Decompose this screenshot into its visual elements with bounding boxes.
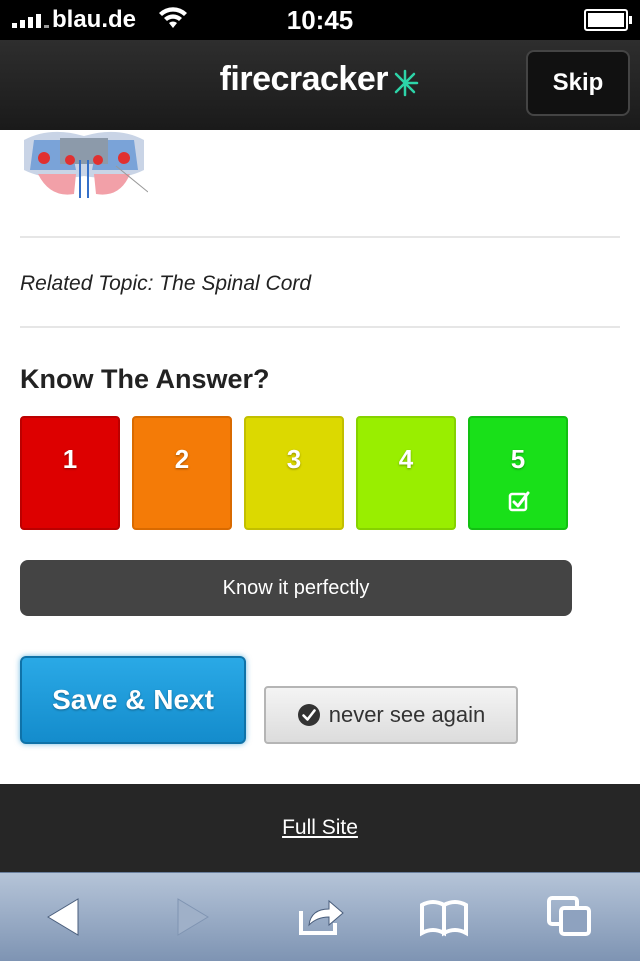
bookmarks-icon[interactable]	[412, 893, 476, 941]
related-topic: Related Topic: The Spinal Cord	[20, 272, 312, 295]
checkbox-checked-icon	[508, 488, 530, 519]
app-header: firecracker Skip	[0, 40, 640, 130]
tabs-icon[interactable]	[538, 893, 602, 941]
browser-toolbar	[0, 872, 640, 961]
check-circle-icon	[297, 704, 320, 726]
footer: Full Site	[0, 784, 640, 872]
never-see-again-label: never see again	[328, 702, 486, 727]
rating-button-3[interactable]: 3	[244, 416, 344, 530]
never-see-again-button[interactable]: never see again	[264, 686, 518, 744]
rating-button-4[interactable]: 4	[356, 416, 456, 530]
status-bar: blau.de 10:45	[0, 0, 640, 40]
clock: 10:45	[286, 5, 354, 35]
rating-feedback: Know it perfectly	[20, 560, 572, 616]
know-answer-heading: Know The Answer?	[20, 364, 270, 394]
spinal-cord-image	[20, 130, 148, 198]
divider	[20, 326, 620, 328]
save-next-button[interactable]: Save & Next	[20, 656, 246, 744]
logo-text: firecracker	[219, 60, 389, 98]
share-icon[interactable]	[288, 893, 352, 941]
rating-button-5[interactable]: 5	[468, 416, 568, 530]
divider	[20, 236, 620, 238]
forward-arrow-icon[interactable]	[160, 893, 224, 941]
rating-group: 1 2 3 4 5	[20, 416, 580, 530]
back-arrow-icon[interactable]	[32, 893, 96, 941]
rating-button-2[interactable]: 2	[132, 416, 232, 530]
firework-burst-icon	[395, 69, 419, 97]
skip-button[interactable]: Skip	[526, 50, 630, 116]
battery-icon	[584, 9, 632, 31]
rating-button-1[interactable]: 1	[20, 416, 120, 530]
full-site-link[interactable]: Full Site	[282, 816, 358, 840]
